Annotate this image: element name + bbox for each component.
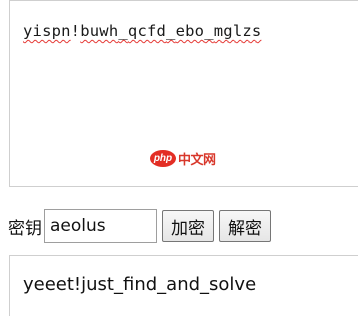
key-input[interactable] [44,209,157,243]
misspelled-word: yispn [23,22,71,40]
ciphertext-textarea[interactable]: yispn!buwh_qcfd_ebo_mglzs php 中文网 [9,0,358,187]
ciphertext-text: yispn!buwh_qcfd_ebo_mglzs [23,22,261,40]
misspelled-word: ebo [175,22,205,40]
text-segment: _ [166,22,176,40]
watermark-text: 中文网 [178,153,216,168]
encrypt-button[interactable]: 加密 [162,210,214,242]
misspelled-word: qcfd [127,22,167,40]
text-segment: _ [204,22,214,40]
key-label: 密钥 [8,218,42,239]
text-segment: ! [70,22,81,40]
misspelled-word: buwh [80,22,119,40]
php-cn-watermark: php 中文网 [150,149,216,168]
plaintext-text: yeeet!just_find_and_solve [23,274,257,295]
plaintext-output[interactable]: yeeet!just_find_and_solve [9,255,358,316]
misspelled-word: mglzs [213,22,262,40]
decrypt-button[interactable]: 解密 [219,210,271,242]
text-segment: _ [118,22,128,40]
key-controls: 密钥 加密 解密 [8,209,271,243]
php-logo-icon: php [150,150,176,167]
